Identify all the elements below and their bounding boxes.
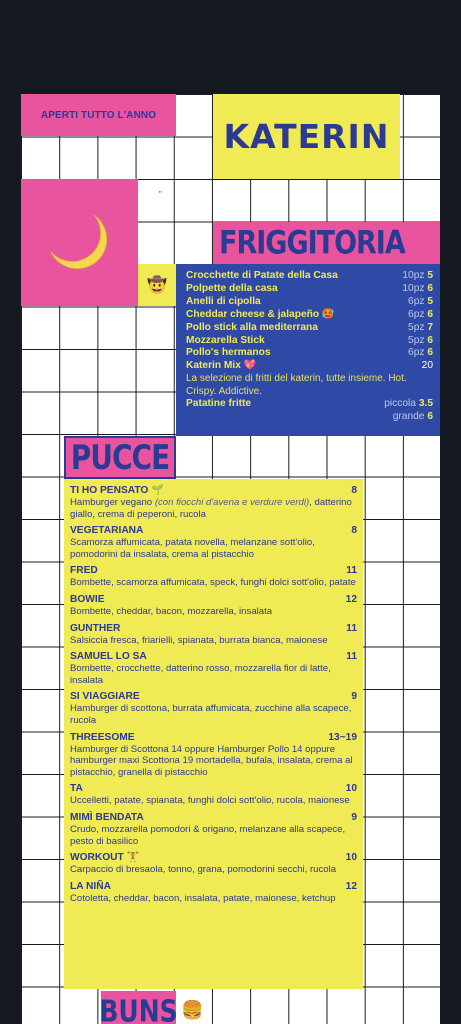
burger-icon: 🍔 — [181, 1000, 204, 1020]
list-item: MIMÌ BENDATA 9 Crudo, mozzarella pomodori… — [70, 811, 357, 847]
pucce-title: PUCCE — [64, 436, 176, 479]
pucce-title-text: PUCCE — [70, 437, 170, 478]
katerin-logo: KATERIN — [213, 94, 400, 179]
friggitoria-list: Crocchette di Patate della Casa 10pz 5 Po… — [176, 264, 440, 436]
moon-tile — [21, 179, 138, 306]
list-item: LA NIÑA 12 Cotoletta, cheddar, bacon, ins… — [70, 880, 357, 904]
katerin-mix-description: La selezione di fritti del katerin, tutt… — [186, 373, 407, 397]
list-item: THREESOME 13~19 Hamburger di Scottona 14 … — [70, 731, 357, 778]
pucce-list: TI HO PENSATO 🌱 8 Hamburger vegano (con f… — [64, 479, 363, 989]
list-item: Crocchette di Patate della Casa 10pz 5 — [186, 270, 433, 281]
list-item: GUNTHER 11 Salsiccia fresca, friarielli, … — [70, 622, 357, 646]
open-all-year-banner: APERTI TUTTO L'ANNO — [21, 94, 176, 136]
list-item: Cheddar cheese & jalapeño 🥵 6pz 6 — [186, 308, 433, 320]
menu-sheet: APERTI TUTTO L'ANNO KATERIN " FRIGGITORI… — [20, 94, 440, 1024]
fries-item-large: grande 6 — [392, 411, 433, 423]
list-item: Mozzarella Stick 5pz 6 — [186, 334, 433, 346]
list-item: TA 10 Uccelletti, patate, spianata, fungh… — [70, 783, 357, 807]
list-item: SAMUEL LO SA 11 Bombette, crocchette, dat… — [70, 651, 357, 686]
friggitoria-title-text: FRIGGITORIA — [219, 224, 406, 262]
fries-item-small: Patatine fritte piccola 3.5 — [186, 398, 433, 410]
list-item: TI HO PENSATO 🌱 8 Hamburger vegano (con f… — [70, 485, 357, 520]
katerin-mix-item: Katerin Mix 💖 20 — [186, 360, 433, 372]
list-item: WORKOUT 🏋 10 Carpaccio di bresaola, tonno… — [70, 852, 357, 876]
list-item: VEGETARIANA 8 Scamorza affumicata, patata… — [70, 525, 357, 560]
list-item: FRED 11 Bombette, scamorza affumicata, sp… — [70, 565, 357, 589]
buns-title-text: BUNS — [99, 993, 178, 1024]
cowboy-emoji-icon: 🤠 — [138, 264, 176, 306]
list-item: Pollo stick alla mediterrana 5pz 7 — [186, 321, 433, 333]
list-item: Anelli di cipolla 6pz 5 — [186, 295, 433, 307]
crescent-moon-icon — [49, 214, 107, 269]
buns-title: BUNS — [99, 991, 178, 1024]
friggitoria-title: FRIGGITORIA — [213, 222, 440, 264]
logo-text: KATERIN — [223, 117, 390, 156]
list-item: Polpette della casa 10pz 6 — [186, 282, 433, 294]
list-item: BOWIE 12 Bombette, cheddar, bacon, mozzar… — [70, 593, 357, 617]
list-item: Pollo's hermanos 6pz 6 — [186, 347, 433, 359]
list-item: SI VIAGGIARE 9 Hamburger di scottona, bur… — [70, 691, 357, 726]
marker-glyph: " — [159, 190, 162, 199]
